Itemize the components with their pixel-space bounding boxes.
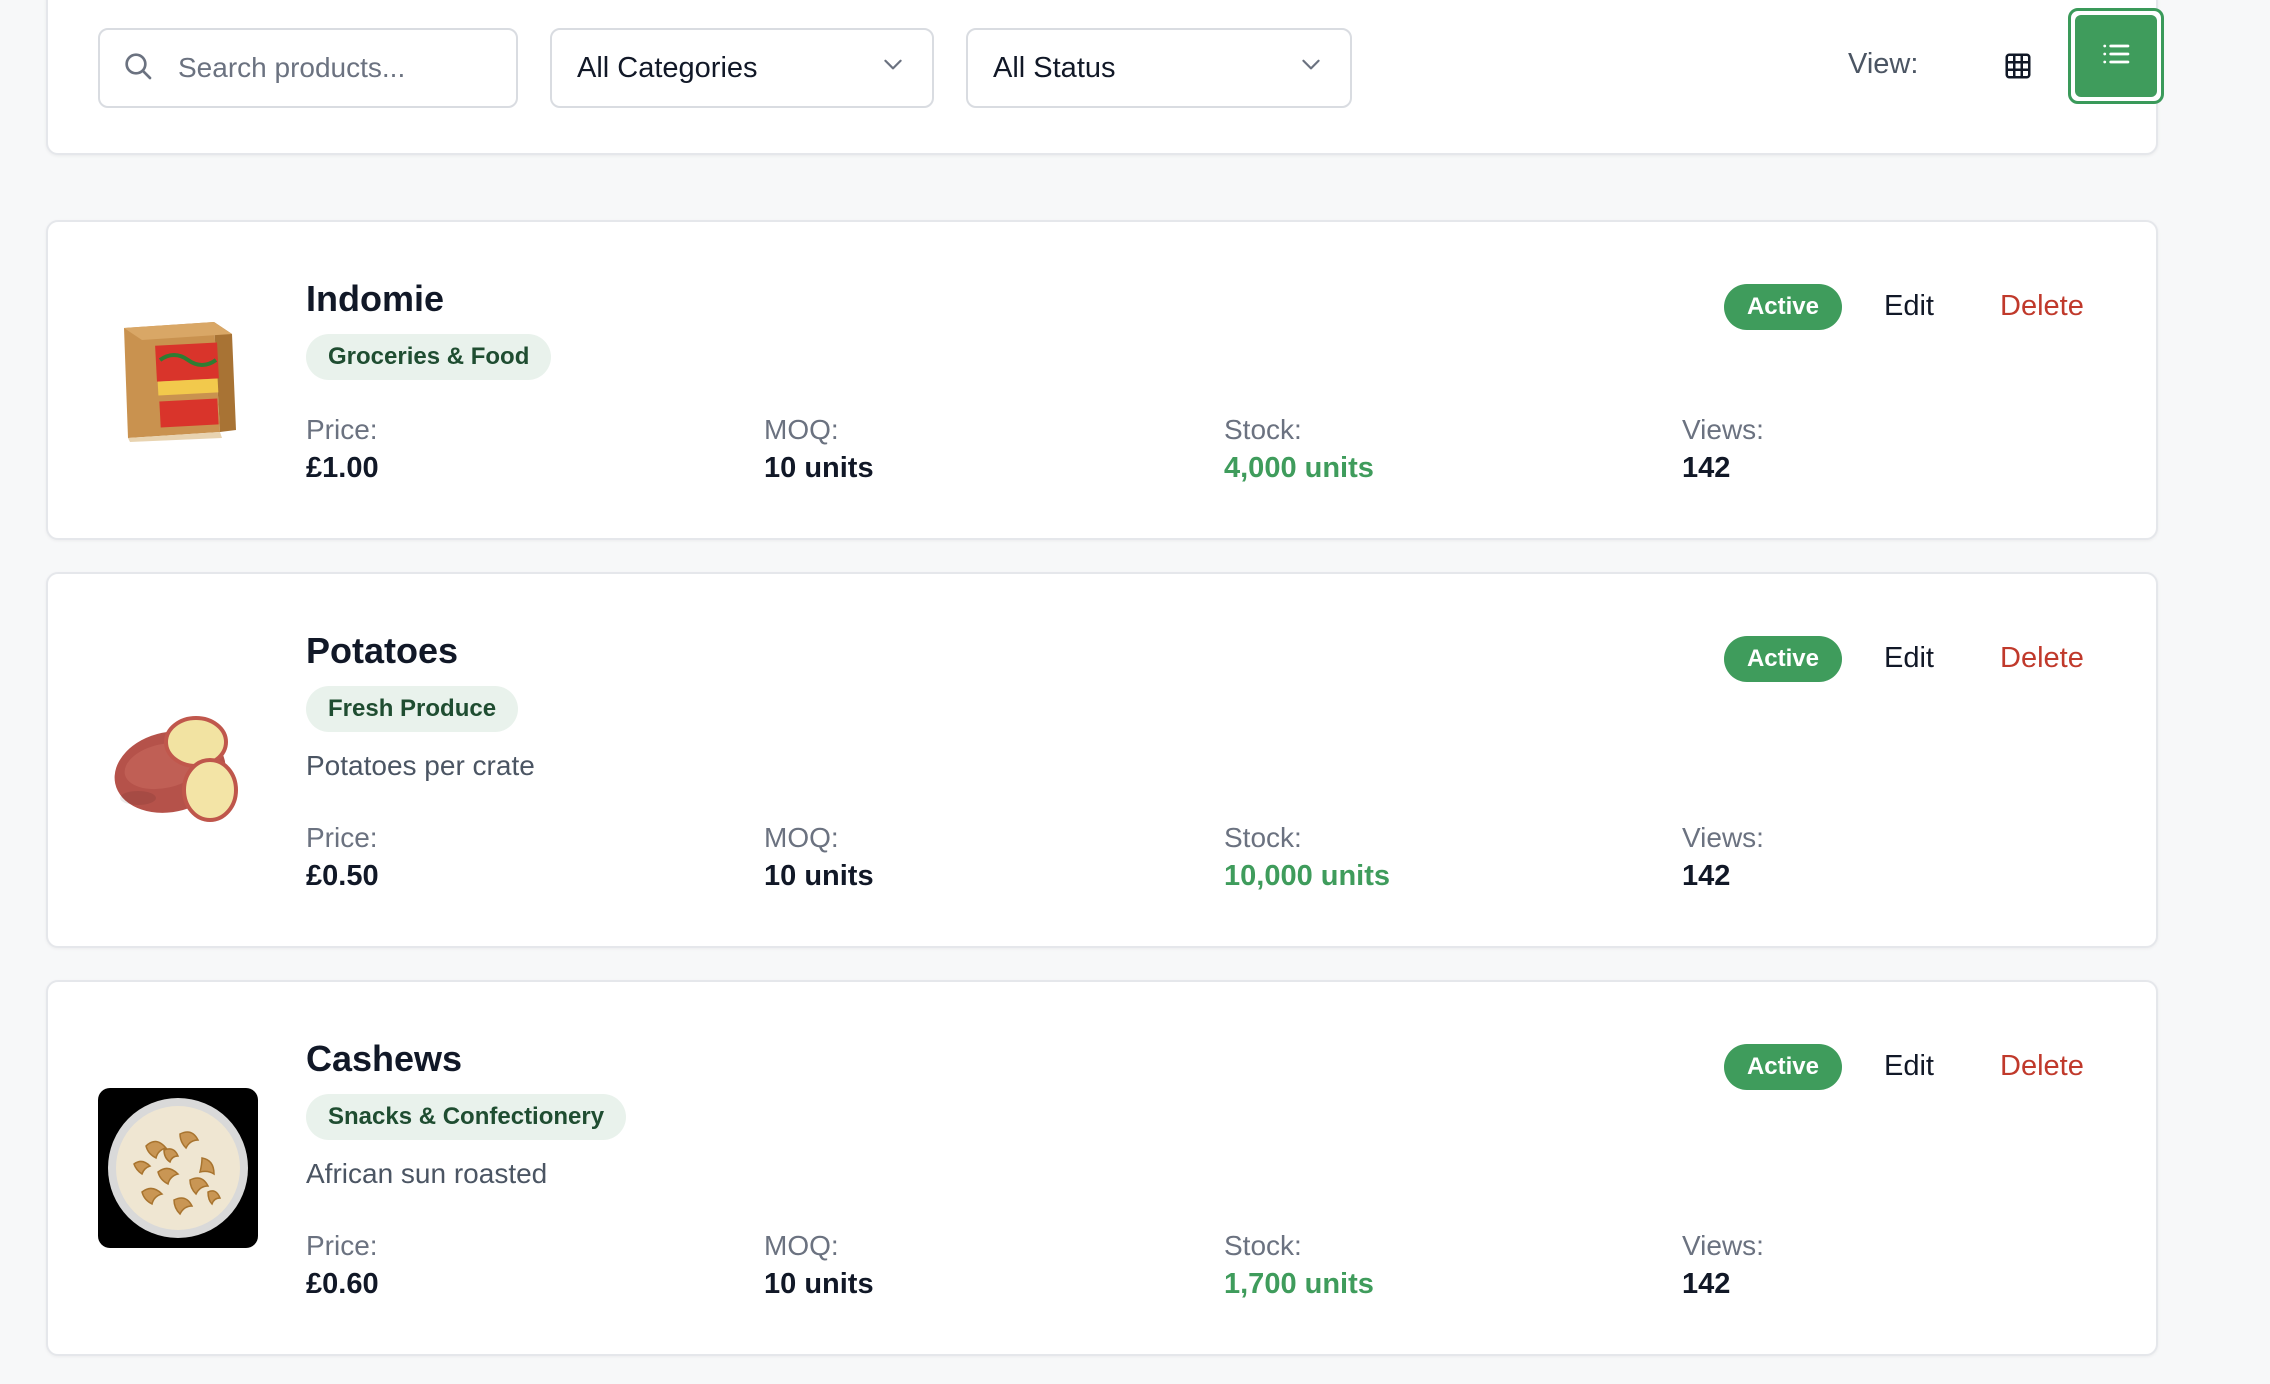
moq-value: 10 units xyxy=(764,1268,874,1300)
search-icon xyxy=(122,50,154,87)
price-label: Price: xyxy=(306,1230,378,1261)
stock-stat: Stock: 1,700 units xyxy=(1224,1230,1374,1301)
stock-value: 1,700 units xyxy=(1224,1268,1374,1300)
price-stat: Price: £0.60 xyxy=(306,1230,379,1301)
stock-stat: Stock: 4,000 units xyxy=(1224,414,1374,485)
stock-value: 10,000 units xyxy=(1224,860,1391,892)
price-label: Price: xyxy=(306,414,378,445)
price-value: £1.00 xyxy=(306,452,379,484)
moq-label: MOQ: xyxy=(764,822,839,853)
views-stat: Views: 142 xyxy=(1682,1230,1764,1301)
delete-button[interactable]: Delete xyxy=(2000,642,2084,675)
product-image-potatoes xyxy=(98,678,258,838)
price-value: £0.60 xyxy=(306,1268,379,1300)
chevron-down-icon xyxy=(880,51,906,85)
list-view-button[interactable] xyxy=(2068,8,2164,104)
category-badge: Fresh Produce xyxy=(306,686,519,732)
product-name: Cashews xyxy=(306,1038,463,1079)
product-description: Potatoes per crate xyxy=(306,750,535,781)
search-placeholder: Search products... xyxy=(178,52,406,83)
grid-view-button[interactable] xyxy=(1986,34,2050,102)
price-label: Price: xyxy=(306,822,378,853)
status-select-value: All Status xyxy=(993,51,1116,84)
price-value: £0.50 xyxy=(306,860,379,892)
views-stat: Views: 142 xyxy=(1682,414,1764,485)
grid-icon xyxy=(2003,51,2033,86)
views-value: 142 xyxy=(1682,452,1731,484)
moq-label: MOQ: xyxy=(764,1230,839,1261)
product-card: Potatoes Fresh Produce Potatoes per crat… xyxy=(46,572,2158,948)
status-badge: Active xyxy=(1724,284,1842,330)
moq-stat: MOQ: 10 units xyxy=(764,822,874,893)
price-stat: Price: £0.50 xyxy=(306,822,379,893)
product-name: Potatoes xyxy=(306,630,459,671)
views-label: Views: xyxy=(1682,822,1764,853)
views-value: 142 xyxy=(1682,1268,1731,1300)
view-label: View: xyxy=(1848,48,1919,80)
product-image-cashew-bowl xyxy=(98,1088,258,1248)
edit-button[interactable]: Edit xyxy=(1884,642,1934,675)
edit-button[interactable]: Edit xyxy=(1884,290,1934,323)
moq-label: MOQ: xyxy=(764,414,839,445)
category-select[interactable]: All Categories xyxy=(550,28,934,108)
views-label: Views: xyxy=(1682,1230,1764,1261)
delete-button[interactable]: Delete xyxy=(2000,290,2084,323)
category-badge: Groceries & Food xyxy=(306,334,552,380)
stock-label: Stock: xyxy=(1224,822,1302,853)
stock-stat: Stock: 10,000 units xyxy=(1224,822,1390,893)
status-badge: Active xyxy=(1724,1044,1842,1090)
category-select-value: All Categories xyxy=(577,51,758,84)
list-icon xyxy=(2100,38,2132,75)
chevron-down-icon xyxy=(1298,51,1324,85)
stock-label: Stock: xyxy=(1224,1230,1302,1261)
delete-button[interactable]: Delete xyxy=(2000,1050,2084,1083)
moq-value: 10 units xyxy=(764,452,874,484)
edit-button[interactable]: Edit xyxy=(1884,1050,1934,1083)
product-card: Cashews Snacks & Confectionery African s… xyxy=(46,980,2158,1356)
product-description: African sun roasted xyxy=(306,1158,548,1189)
moq-value: 10 units xyxy=(764,860,874,892)
filter-bar: Search products... All Categories All St… xyxy=(46,0,2164,155)
product-card: Indomie Groceries & Food Price: £1.00 MO… xyxy=(46,220,2158,540)
status-badge: Active xyxy=(1724,636,1842,682)
category-badge: Snacks & Confectionery xyxy=(306,1094,627,1140)
stock-value: 4,000 units xyxy=(1224,452,1374,484)
views-label: Views: xyxy=(1682,414,1764,445)
status-select[interactable]: All Status xyxy=(966,28,1352,108)
search-input[interactable]: Search products... xyxy=(98,28,518,108)
moq-stat: MOQ: 10 units xyxy=(764,1230,874,1301)
product-name: Indomie xyxy=(306,278,445,319)
price-stat: Price: £1.00 xyxy=(306,414,379,485)
stock-label: Stock: xyxy=(1224,414,1302,445)
moq-stat: MOQ: 10 units xyxy=(764,414,874,485)
views-stat: Views: 142 xyxy=(1682,822,1764,893)
product-image-noodle-box xyxy=(98,300,258,460)
views-value: 142 xyxy=(1682,860,1731,892)
